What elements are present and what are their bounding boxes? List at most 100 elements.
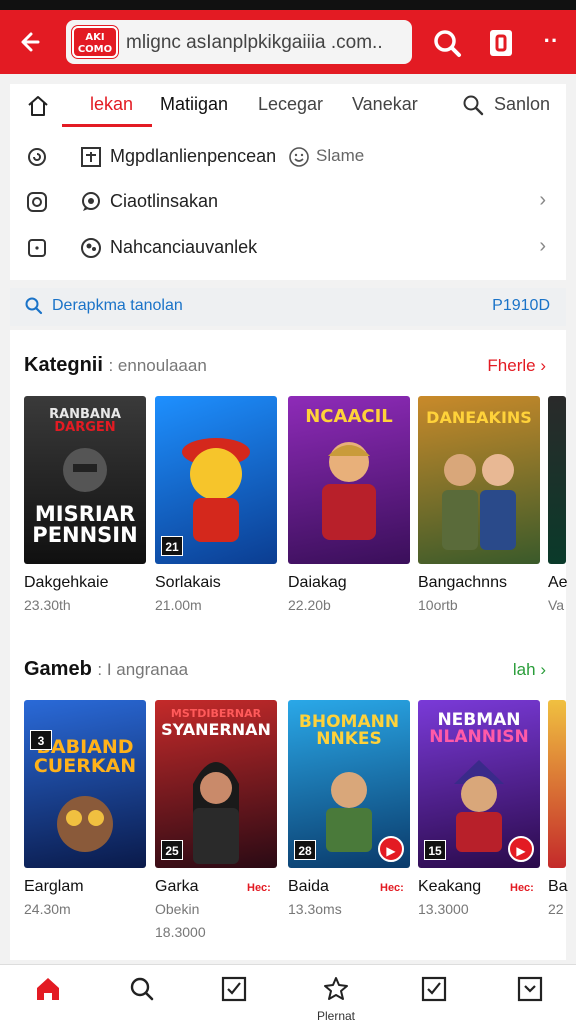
- home-icon: [37, 978, 59, 1000]
- thumbnail-art-text: MSTDIBERNAR: [170, 707, 262, 720]
- game-name: Sorlakais: [155, 574, 221, 591]
- play-button-icon[interactable]: ▶: [378, 836, 404, 862]
- thumbnail-art-text: MISRIAR PENNSIN: [32, 502, 138, 547]
- game-thumbnail: NEBMAN NLANNISN 15 ▶: [418, 700, 540, 868]
- game-thumbnail: 21: [155, 396, 277, 564]
- section-1-more-link[interactable]: Fherle ›: [487, 356, 546, 376]
- menu-row-2[interactable]: Ciaotlinsakan ›: [10, 179, 566, 223]
- content-area: Kategnii : ennoulaaan Fherle › RANBANA DA…: [10, 330, 568, 960]
- more-menu-button[interactable]: ··: [534, 26, 568, 60]
- tab-matiigan[interactable]: Matiigan: [160, 94, 228, 115]
- promo-code[interactable]: P1910D: [492, 297, 550, 315]
- tabs-icon: [490, 30, 512, 56]
- game-meta: 10ortb: [418, 597, 458, 613]
- game-name: Ba: [548, 878, 568, 895]
- heroine-character-icon: [193, 762, 239, 864]
- search-promo-icon: [24, 296, 44, 316]
- game-name: Daiakag: [288, 574, 347, 591]
- age-rating-badge: 28: [294, 840, 316, 860]
- search-tab-icon[interactable]: [462, 94, 484, 116]
- game-name: Garka: [155, 878, 199, 895]
- game-name: Bangachnns: [418, 574, 507, 591]
- section-2-link-text: lah: [512, 660, 536, 679]
- game-thumbnail: [548, 700, 566, 868]
- tab-vanekar[interactable]: Vanekar: [352, 94, 418, 115]
- menu-row-1-extra[interactable]: Slame: [316, 146, 364, 166]
- tabs-button[interactable]: [484, 26, 518, 60]
- promo-banner[interactable]: Derapkma tanolan P1910D: [10, 288, 566, 326]
- section-1-subtitle: : ennoulaaan: [108, 356, 207, 375]
- menu-row-3-label: Nahcanciauvanlek: [110, 237, 258, 257]
- nav-search[interactable]: [122, 975, 162, 1019]
- url-text[interactable]: mlignc asIanplpkikgaiiia .com..: [126, 32, 406, 54]
- game-name: Earglam: [24, 878, 84, 895]
- checkbox-icon: [517, 976, 543, 1002]
- game-thumbnail: DANEAKINS: [418, 396, 540, 564]
- nav-plernat[interactable]: Plernat: [316, 975, 356, 1023]
- tab-sanlon[interactable]: Sanlon: [494, 94, 550, 115]
- chevron-right-icon: ›: [539, 235, 546, 257]
- thumbnail-art-text: BHOMANN NNKES: [298, 712, 400, 749]
- search-button[interactable]: [430, 26, 464, 60]
- address-bar[interactable]: AKI COMO mlignc asIanplpkikgaiiia .com..: [66, 20, 412, 64]
- game-meta: Va: [548, 597, 565, 613]
- chevron-right-icon: ›: [539, 189, 546, 211]
- tab-lecegar[interactable]: Lecegar: [258, 94, 323, 115]
- nav-tasks[interactable]: [214, 975, 254, 1019]
- checkbox-icon: [221, 976, 247, 1002]
- menu-row-1-label: Mgpdlanlienpencean: [110, 146, 277, 166]
- game-name: Baida: [288, 878, 329, 895]
- game-thumbnail: MSTDIBERNAR SYANERNAN 25: [155, 700, 277, 868]
- refresh-icon: [26, 146, 48, 168]
- thumbnail-art-text: RANBANA DARGEN: [49, 407, 121, 435]
- section-2-title: Gameb : I angranaa: [24, 658, 188, 681]
- section-2-title-text: Gameb: [24, 658, 92, 680]
- hot-tag: Hec:: [247, 882, 271, 894]
- fighter-character-icon: [454, 760, 504, 852]
- more-dots-icon: ··: [543, 28, 559, 53]
- menu-row-3[interactable]: Nahcanciauvanlek ›: [10, 225, 566, 269]
- arrow-left-icon: [21, 32, 40, 52]
- chevron-right-icon: ›: [540, 356, 546, 375]
- thumbnail-art-text: SYANERNAN: [161, 720, 271, 739]
- soldier-characters-icon: [442, 454, 516, 550]
- checkbox-icon: [421, 976, 447, 1002]
- game-thumbnail: NCAACIL: [288, 396, 410, 564]
- nav-list[interactable]: [414, 975, 454, 1019]
- section-2-subtitle: : I angranaa: [97, 660, 189, 679]
- hero-character-icon: [322, 442, 376, 540]
- status-bar: [0, 0, 576, 10]
- game-meta: 21.00m: [155, 597, 202, 613]
- back-button[interactable]: [14, 24, 50, 60]
- game-meta: 22.20b: [288, 597, 331, 613]
- bottom-navigation: Plernat: [0, 964, 576, 1024]
- top-bar: AKI COMO mlignc asIanplpkikgaiiia .com.. …: [0, 10, 576, 74]
- smile-icon: [288, 146, 310, 168]
- age-rating-badge: 21: [161, 536, 183, 556]
- tab-lekan[interactable]: lekan: [90, 94, 133, 115]
- home-outline-icon: [28, 96, 48, 116]
- home-tab[interactable]: [26, 94, 50, 118]
- section-2-more-link[interactable]: lah ›: [513, 660, 546, 680]
- menu-row-1[interactable]: Mgpdlanlienpencean Slame: [10, 134, 566, 178]
- nav-home[interactable]: [28, 975, 68, 1019]
- search-icon: [434, 30, 461, 57]
- thumbnail-art-text: NEBMAN NLANNISN: [429, 710, 529, 747]
- game-thumbnail: BHOMANN NNKES 28 ▶: [288, 700, 410, 868]
- search-icon: [130, 977, 154, 1001]
- camera-icon: [26, 191, 48, 213]
- navigation-panel: lekan Matiigan Lecegar Vanekar Sanlon Mg…: [10, 84, 566, 280]
- thumbnail-art-text: NCAACIL: [305, 406, 393, 427]
- hot-tag: Hec:: [380, 882, 404, 894]
- game-meta: 13.3000: [418, 901, 469, 917]
- play-button-icon[interactable]: ▶: [508, 836, 534, 862]
- promo-text: Derapkma tanolan: [52, 297, 183, 314]
- age-rating-badge: 15: [424, 840, 446, 860]
- nav-profile[interactable]: [510, 975, 550, 1019]
- plus-box-icon: [80, 146, 102, 168]
- section-1-link-text: Fherle: [487, 356, 536, 375]
- people-icon: [80, 237, 102, 259]
- thumbnail-art-text: DANEAKINS: [426, 408, 532, 427]
- game-name: Dakgehkaie: [24, 574, 109, 591]
- puzzle-icon: [324, 977, 348, 1000]
